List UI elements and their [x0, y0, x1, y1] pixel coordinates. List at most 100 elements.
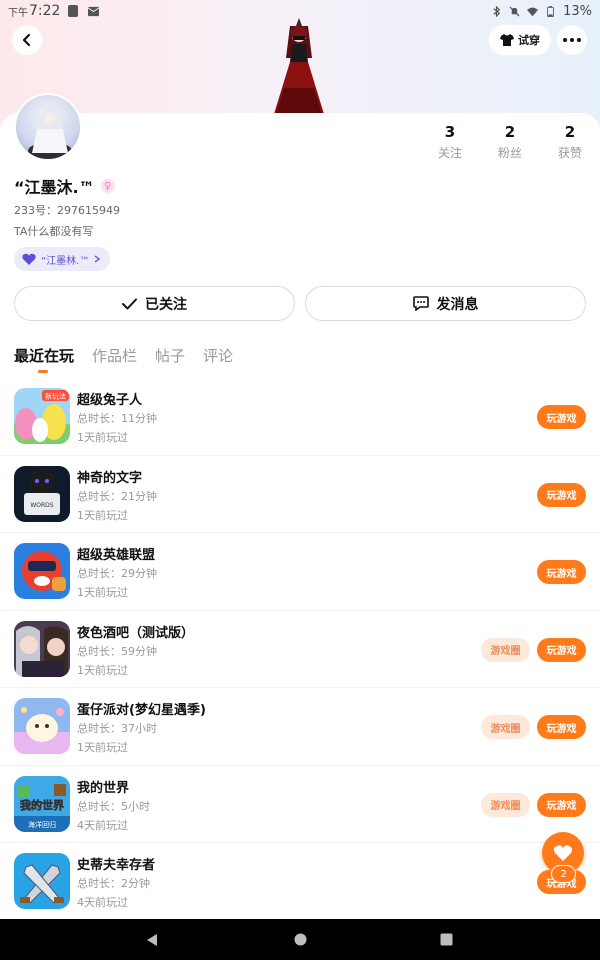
- nav-back-button[interactable]: [132, 919, 172, 960]
- heart-icon: [553, 845, 573, 861]
- tab-works[interactable]: 作品栏: [92, 345, 137, 366]
- game-circle-button[interactable]: 游戏圈: [481, 792, 530, 817]
- chevron-left-icon: [22, 33, 31, 47]
- send-message-button[interactable]: 发消息: [305, 286, 586, 321]
- game-duration: 总时长：59分钟: [77, 644, 157, 658]
- back-button[interactable]: [12, 25, 42, 55]
- status-time-prefix: 下午: [8, 7, 28, 19]
- user-bio: TA什么都没有写: [14, 225, 94, 238]
- recent-games-list: 新玩法 超级兔子人 总时长：11分钟 1天前玩过 玩游戏 WORDS 神奇的文字…: [0, 378, 600, 921]
- tab-comments[interactable]: 评论: [203, 345, 233, 366]
- battery-icon: [547, 5, 554, 17]
- message-icon: [412, 296, 429, 311]
- avatar[interactable]: [14, 93, 82, 161]
- game-last-played: 4天前玩过: [77, 818, 128, 832]
- minecraft-subtitle-text: 海洋回归: [28, 820, 56, 829]
- game-duration: 总时长：5小时: [77, 799, 150, 813]
- stat-following[interactable]: 3 关注: [420, 123, 480, 161]
- list-item[interactable]: 蛋仔派对(梦幻星遇季) 总时长：37小时 1天前玩过 游戏圈 玩游戏: [0, 688, 600, 766]
- system-navigation-bar: [0, 919, 600, 960]
- game-name: 神奇的文字: [77, 470, 143, 486]
- minecraft-title-text: 我的世界: [20, 798, 64, 812]
- game-duration: 总时长：29分钟: [77, 567, 157, 580]
- game-name: 我的世界: [77, 780, 130, 796]
- heart-badge-icon: [22, 253, 36, 265]
- list-item[interactable]: 我的世界 海洋回归 我的世界 总时长：5小时 4天前玩过 游戏圈 玩游戏: [0, 766, 600, 843]
- circle-home-icon: [294, 933, 306, 946]
- game-last-played: 1天前玩过: [77, 741, 128, 754]
- triangle-back-icon: [147, 933, 157, 946]
- game-thumbnail: 我的世界 海洋回归: [14, 775, 70, 832]
- like-count-badge: 2: [551, 865, 576, 883]
- words-sign-text: WORDS: [30, 502, 53, 509]
- stat-likes[interactable]: 2 获赞: [540, 123, 600, 161]
- list-item[interactable]: 史蒂夫幸存者 总时长：2分钟 4天前玩过 玩游戏: [0, 843, 600, 921]
- game-last-played: 1天前玩过: [77, 431, 128, 444]
- square-recents-icon: [440, 933, 452, 946]
- followed-button[interactable]: 已关注: [14, 286, 295, 321]
- game-thumbnail: WORDS: [14, 465, 70, 522]
- game-thumbnail: [14, 543, 70, 599]
- game-name: 蛋仔派对(梦幻星遇季): [77, 703, 206, 718]
- game-last-played: 4天前玩过: [77, 896, 128, 909]
- try-on-button[interactable]: 试穿: [489, 25, 551, 55]
- game-last-played: 1天前玩过: [77, 508, 128, 522]
- list-item[interactable]: WORDS 神奇的文字 总时长：21分钟 1天前玩过 玩游戏: [0, 456, 600, 533]
- new-mode-badge: 新玩法: [45, 392, 66, 401]
- chevron-right-icon: [94, 255, 101, 263]
- avatar-character-figure: [262, 18, 336, 114]
- sim-alert-icon: [68, 5, 79, 17]
- play-game-button[interactable]: 玩游戏: [537, 482, 586, 507]
- play-game-button[interactable]: 玩游戏: [537, 405, 586, 429]
- game-thumbnail: [14, 853, 70, 909]
- battery-percent: 13%: [563, 3, 592, 19]
- profile-tabs: 最近在玩 作品栏 帖子 评论: [14, 345, 233, 373]
- profile-nickname: “江墨沐.™ ♀: [14, 174, 115, 198]
- play-game-button[interactable]: 玩游戏: [537, 715, 586, 739]
- tab-recently-played[interactable]: 最近在玩: [14, 345, 74, 373]
- stat-value: 2: [564, 123, 576, 141]
- profile-actions: 已关注 发消息: [14, 286, 586, 321]
- wifi-icon: [527, 7, 539, 16]
- mail-icon: [88, 6, 100, 16]
- check-icon: [122, 298, 137, 309]
- followed-label: 已关注: [145, 296, 187, 313]
- club-label: “江墨林.™: [41, 255, 90, 267]
- shirt-icon: [500, 34, 514, 46]
- club-badge[interactable]: “江墨林.™: [14, 247, 111, 271]
- more-dots-icon: [563, 38, 581, 42]
- user-id: 233号：297615949: [14, 204, 120, 217]
- list-item[interactable]: 超级英雄联盟 总时长：29分钟 1天前玩过 玩游戏: [0, 533, 600, 611]
- stat-label: 粉丝: [497, 146, 522, 160]
- game-duration: 总时长：11分钟: [77, 412, 157, 425]
- stat-value: 3: [444, 123, 456, 141]
- play-game-button[interactable]: 玩游戏: [537, 560, 586, 584]
- tab-posts[interactable]: 帖子: [155, 345, 185, 366]
- game-name: 史蒂夫幸存者: [77, 858, 156, 873]
- game-circle-button[interactable]: 游戏圈: [481, 715, 530, 739]
- list-item[interactable]: 新玩法 超级兔子人 总时长：11分钟 1天前玩过 玩游戏: [0, 378, 600, 456]
- female-gender-icon: ♀: [100, 179, 115, 193]
- try-on-label: 试穿: [518, 34, 540, 47]
- stat-followers[interactable]: 2 粉丝: [480, 123, 540, 161]
- game-last-played: 1天前玩过: [77, 586, 128, 599]
- more-options-button[interactable]: [557, 25, 587, 55]
- game-name: 超级英雄联盟: [77, 548, 156, 563]
- game-thumbnail: [14, 698, 70, 754]
- play-game-button[interactable]: 玩游戏: [537, 637, 586, 662]
- list-item[interactable]: 夜色酒吧（测试版） 总时长：59分钟 1天前玩过 游戏圈 玩游戏: [0, 611, 600, 688]
- stat-label: 关注: [437, 146, 462, 160]
- game-duration: 总时长：21分钟: [77, 489, 157, 503]
- status-time: 7:22: [29, 3, 61, 19]
- game-thumbnail: 新玩法: [14, 388, 70, 444]
- game-duration: 总时长：2分钟: [77, 877, 150, 890]
- play-game-button[interactable]: 玩游戏: [537, 792, 586, 817]
- nav-home-button[interactable]: [280, 919, 320, 960]
- bluetooth-icon: [493, 5, 501, 17]
- nav-recents-button[interactable]: [426, 919, 466, 960]
- game-circle-button[interactable]: 游戏圈: [481, 637, 530, 662]
- game-name: 超级兔子人: [77, 393, 143, 408]
- profile-stats: 3 关注 2 粉丝 2 获赞: [420, 123, 600, 161]
- stat-value: 2: [504, 123, 516, 141]
- send-message-label: 发消息: [436, 296, 479, 313]
